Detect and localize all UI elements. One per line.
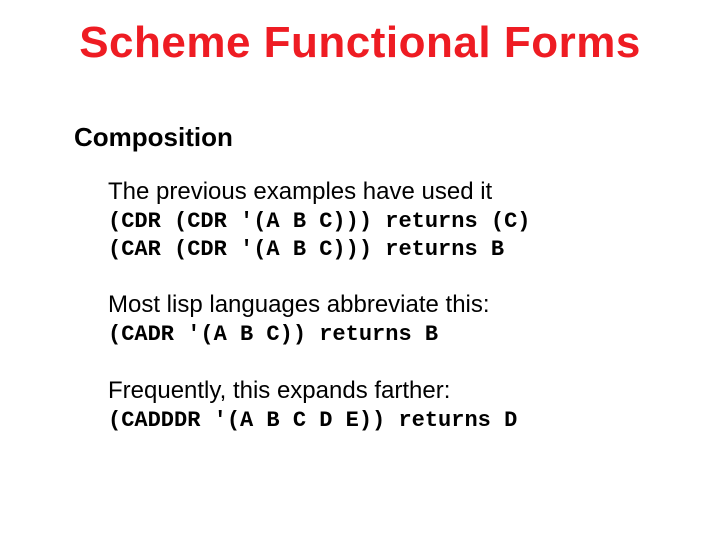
slide: Scheme Functional Forms Composition The … [0, 0, 720, 540]
code-line: (CADR '(A B C)) returns B [108, 321, 660, 349]
block-2: Most lisp languages abbreviate this: (CA… [108, 291, 660, 349]
block-1: The previous examples have used it (CDR … [108, 178, 660, 263]
code-line: (CADDDR '(A B C D E)) returns D [108, 407, 660, 435]
block-1-lead: The previous examples have used it [108, 178, 660, 206]
code-line: (CAR (CDR '(A B C))) returns B [108, 236, 660, 264]
code-line: (CDR (CDR '(A B C))) returns (C) [108, 208, 660, 236]
block-3: Frequently, this expands farther: (CADDD… [108, 377, 660, 435]
spacer [108, 349, 660, 377]
block-2-lead: Most lisp languages abbreviate this: [108, 291, 660, 319]
block-3-lead: Frequently, this expands farther: [108, 377, 660, 405]
section-heading: Composition [74, 122, 233, 153]
slide-body: The previous examples have used it (CDR … [108, 178, 660, 434]
spacer [108, 263, 660, 291]
slide-title: Scheme Functional Forms [0, 18, 720, 68]
